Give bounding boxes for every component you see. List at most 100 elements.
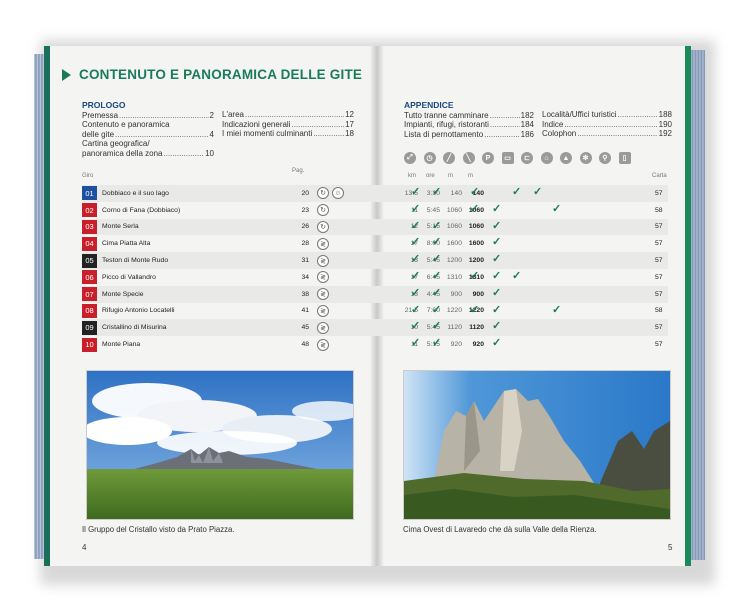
header-ore: ore — [426, 173, 435, 179]
tour-number-badge: 05 — [82, 253, 97, 268]
tour-map-sheet: 58 — [655, 206, 663, 214]
check-icon: ✓ — [492, 202, 502, 215]
tour-map-sheet: 57 — [655, 324, 663, 332]
tour-name: Cristallino di Misurina — [102, 324, 167, 332]
landscape-image-right — [404, 371, 670, 519]
photo-cristallo — [86, 370, 354, 520]
page-number-left: 4 — [82, 543, 87, 552]
header-m-ascent: m — [448, 173, 453, 179]
tour-page: 34 — [301, 273, 309, 281]
toc-dot-leader: ........................................… — [489, 120, 520, 130]
check-icon: ✓ — [492, 320, 502, 333]
check-icon: ✓ — [492, 286, 502, 299]
tour-descent: 1060 — [468, 223, 484, 231]
table-row[interactable]: 08 Rifugio Antonio Locatelli 41 ≷ 21.5 7:00 12… — [82, 303, 668, 320]
feature-icon-strip: ⤢ ◷ ╱ ╲ P ▭ ⊏ ⌂ ▲ ✻ ⚲ ▯ — [404, 152, 638, 164]
check-icon: ✓ — [411, 236, 421, 249]
toc-prologo-entry: panoramica della zona...................… — [82, 149, 214, 159]
tour-descent: 1120 — [469, 324, 484, 332]
toc-dot-leader: ........................................… — [489, 110, 520, 120]
tour-ascent: 1120 — [447, 324, 462, 332]
toc-appendice-entry: Colophon................................… — [542, 129, 672, 139]
table-row[interactable]: 06 Picco di Vallandro 34 ≷ 17 6:45 1310 1310 ✓ ✓ ✓… — [82, 269, 668, 286]
toc-appendice-head: APPENDICE — [404, 100, 454, 110]
tour-ascent: 1060 — [446, 206, 462, 214]
difficulty-route-icon: ≷ — [317, 237, 329, 250]
tour-number-badge: 06 — [82, 270, 97, 285]
toc-entry-page: 17 — [345, 119, 354, 129]
difficulty-route-icon: ≷ — [317, 271, 329, 284]
table-row[interactable]: 05 Teston di Monte Rudo 31 ≷ 13 5:45 1200 1200 ✓… — [82, 252, 668, 269]
toc-entry-page: 2 — [209, 110, 214, 120]
table-row[interactable]: 04 Cima Piatta Alta 28 ≷ 17 8:00 1600 1600 ✓ ✓ ✓ 57 — [82, 235, 668, 252]
check-icon: ✓ — [533, 186, 543, 198]
loop-route-icon: ↻ — [317, 187, 329, 200]
tour-name: Rifugio Antonio Locatelli — [102, 307, 175, 315]
toc-appendice-entry: Impianti, rifugi, ristoranti............… — [404, 120, 534, 130]
check-icon: ✓ — [411, 253, 421, 266]
table-row[interactable]: 03 Monte Serla 26 ↻ 12 5:15 1060 1060 ✓ ✓ ✓ 57 — [82, 218, 668, 236]
tour-number-badge: 04 — [82, 236, 97, 251]
page-number-right: 5 — [668, 543, 673, 552]
table-row[interactable]: 02 Corno di Fana (Dobbiaco) 23 ↻ 11 5:45 1060 1… — [82, 202, 668, 219]
check-icon: ✓ — [432, 219, 442, 232]
tour-ascent: 1220 — [446, 307, 462, 315]
toc-appendice-entry: Località/Uffici turistici...............… — [542, 110, 672, 120]
parking-icon: P — [482, 152, 494, 164]
toc-prologo-entry: L'area..................................… — [222, 110, 354, 120]
toc-dot-leader: ........................................… — [163, 148, 205, 158]
toc-entry-page: 192 — [658, 129, 672, 139]
toc-entry-label: Indicazioni generali — [222, 119, 291, 129]
toc-dot-leader: ........................................… — [577, 129, 658, 139]
toc-appendice-col2: Località/Uffici turistici...............… — [542, 110, 672, 139]
page-title: CONTENUTO E PANORAMICA DELLE GITE — [79, 67, 363, 82]
header-giro: Giro — [82, 173, 94, 179]
toc-entry-label: Contenuto e panoramica — [82, 120, 170, 130]
check-icon: ✓ — [492, 303, 502, 316]
toc-entry-page: 18 — [345, 129, 354, 139]
tour-page: 48 — [301, 341, 309, 349]
check-icon: ✓ — [432, 320, 442, 333]
toc-appendice-col1: APPENDICE Tutto tranne camminare........… — [404, 100, 534, 140]
toc-dot-leader: ........................................… — [617, 110, 658, 119]
check-icon: ✓ — [411, 202, 421, 215]
toc-dot-leader: ........................................… — [119, 110, 209, 120]
check-icon: ✓ — [411, 303, 421, 316]
toc-entry-label: I miei momenti culminanti — [222, 129, 313, 139]
tour-name: Monte Specie — [102, 290, 144, 298]
restaurant-icon: ⌂ — [540, 152, 553, 164]
tour-name: Cima Piatta Alta — [102, 240, 151, 248]
toc-dot-leader: ........................................… — [313, 129, 344, 139]
toc-entry-label: Indice — [542, 119, 564, 129]
tour-name: Monte Serla — [102, 223, 139, 231]
check-icon: ✓ — [411, 286, 421, 299]
toc-entry-page: 4 — [209, 129, 214, 139]
loop-route-icon: ↻ — [317, 204, 329, 217]
check-icon: ✓ — [432, 337, 442, 350]
tour-map-sheet: 57 — [655, 189, 663, 197]
check-icon: ✓ — [492, 219, 502, 232]
toc-entry-label: Cartina geografica/ — [82, 139, 150, 149]
check-icon: ✓ — [432, 186, 442, 198]
tour-number-badge: 03 — [82, 219, 97, 234]
toc-appendice-entry: Lista di pernottamento..................… — [404, 130, 534, 140]
check-icon: ✓ — [432, 253, 442, 266]
loop-route-icon: ↻ — [317, 220, 329, 233]
check-icon: ✓ — [411, 186, 421, 198]
table-row[interactable]: 01 Dobbiaco e il suo lago 20 ↻ ☺ 13.5 3:30 140 1… — [82, 185, 668, 202]
toc-dot-leader: ........................................… — [291, 119, 345, 129]
tour-number-badge: 09 — [82, 320, 97, 335]
toc-prologo-col2: L'area..................................… — [222, 110, 356, 139]
tour-page: 45 — [301, 324, 309, 332]
section-title: CONTENUTO E PANORAMICA DELLE GITE — [62, 67, 362, 82]
tour-map-sheet: 57 — [655, 290, 663, 298]
check-icon: ✓ — [470, 303, 480, 316]
difficulty-route-icon: ≷ — [317, 288, 329, 301]
header-km: km — [408, 173, 416, 179]
check-icon: ✓ — [432, 286, 442, 299]
check-icon: ✓ — [432, 270, 442, 282]
table-row[interactable]: 10 Monte Piana 48 ≷ 11 5:15 920 920 ✓ ✓ ✓ 57 — [82, 336, 668, 353]
table-row[interactable]: 07 Monte Specie 38 ≷ 13 4:45 900 900 ✓ ✓ ✓ 57 — [82, 285, 668, 303]
check-icon: ✓ — [512, 186, 522, 198]
table-row[interactable]: 09 Cristallino di Misurina 45 ≷ 10 5:45 1120 11… — [82, 319, 668, 337]
